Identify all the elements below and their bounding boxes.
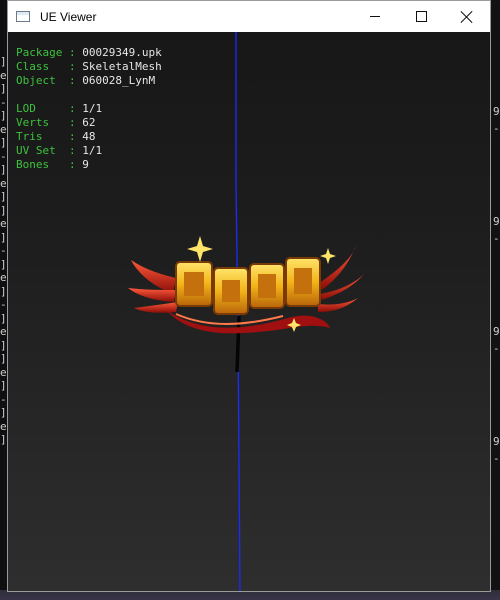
info-row-verts: Verts : 62 xyxy=(16,116,162,130)
background-text-fragment: - xyxy=(493,342,500,355)
info-row-tris: Tris : 48 xyxy=(16,130,162,144)
info-key: LOD xyxy=(16,102,63,115)
info-separator: : xyxy=(62,116,83,129)
background-text-fragment: 9 xyxy=(493,435,500,448)
left-wing xyxy=(128,260,178,313)
title-bar[interactable]: UE Viewer xyxy=(8,1,490,32)
info-row-class: Class : SkeletalMesh xyxy=(16,60,162,74)
close-icon xyxy=(461,11,473,23)
info-row-uv-set: UV Set : 1/1 xyxy=(16,144,162,158)
info-key: Package xyxy=(16,46,63,59)
minimize-icon xyxy=(370,16,380,17)
info-key: UV Set xyxy=(16,144,63,157)
background-text-fragment: 9 xyxy=(493,215,500,228)
info-value: 00029349.upk xyxy=(82,46,162,59)
ribbon-banner xyxy=(166,310,330,334)
background-text-fragment: - xyxy=(493,452,500,465)
info-value: 48 xyxy=(82,130,96,143)
background-text-fragment: - xyxy=(493,122,500,135)
background-text-fragment: 9 xyxy=(493,105,500,118)
background-text-fragment: 9 xyxy=(493,325,500,338)
background-text-fragment: - xyxy=(493,232,500,245)
minimize-button[interactable] xyxy=(352,1,398,32)
logo-title-glyphs xyxy=(175,257,321,315)
info-separator: : xyxy=(62,158,83,171)
info-value: 9 xyxy=(82,158,89,171)
info-value: 060028_LynM xyxy=(82,74,156,87)
info-value: SkeletalMesh xyxy=(82,60,162,73)
close-button[interactable] xyxy=(444,1,490,32)
info-separator: : xyxy=(62,46,83,59)
info-key: Class xyxy=(16,60,63,73)
window-title: UE Viewer xyxy=(40,9,97,24)
info-key: Tris xyxy=(16,130,63,143)
mesh-viewport[interactable]: Package : 00029349.upk Class : SkeletalMe… xyxy=(8,32,490,591)
info-key: Verts xyxy=(16,116,63,129)
maximize-icon xyxy=(415,11,427,22)
info-row-object: Object : 060028_LynM xyxy=(16,74,162,88)
info-separator: : xyxy=(62,144,83,157)
maximize-button[interactable] xyxy=(398,1,444,32)
info-separator: : xyxy=(62,60,83,73)
info-row-lod: LOD : 1/1 xyxy=(16,102,162,116)
info-value: 1/1 xyxy=(82,144,103,157)
window-app-icon xyxy=(16,11,30,22)
info-separator: : xyxy=(62,102,83,115)
info-separator: : xyxy=(62,130,83,143)
info-separator: : xyxy=(62,74,83,87)
info-value: 62 xyxy=(82,116,96,129)
ue-viewer-window[interactable]: UE Viewer Package: 00029349.upk Class:… xyxy=(7,0,491,592)
info-row-package: Package : 00029349.upk xyxy=(16,46,162,60)
info-gap xyxy=(16,88,162,102)
background-app-right-strip: 9 - 9 - 9 - 9 - xyxy=(491,0,500,600)
info-value: 1/1 xyxy=(82,102,103,115)
info-row-bones: Bones : 9 xyxy=(16,158,162,172)
info-key: Bones xyxy=(16,158,63,171)
mesh-info-overlay: Package : 00029349.upk Class : SkeletalMe… xyxy=(16,46,162,172)
info-key: Object xyxy=(16,74,63,87)
